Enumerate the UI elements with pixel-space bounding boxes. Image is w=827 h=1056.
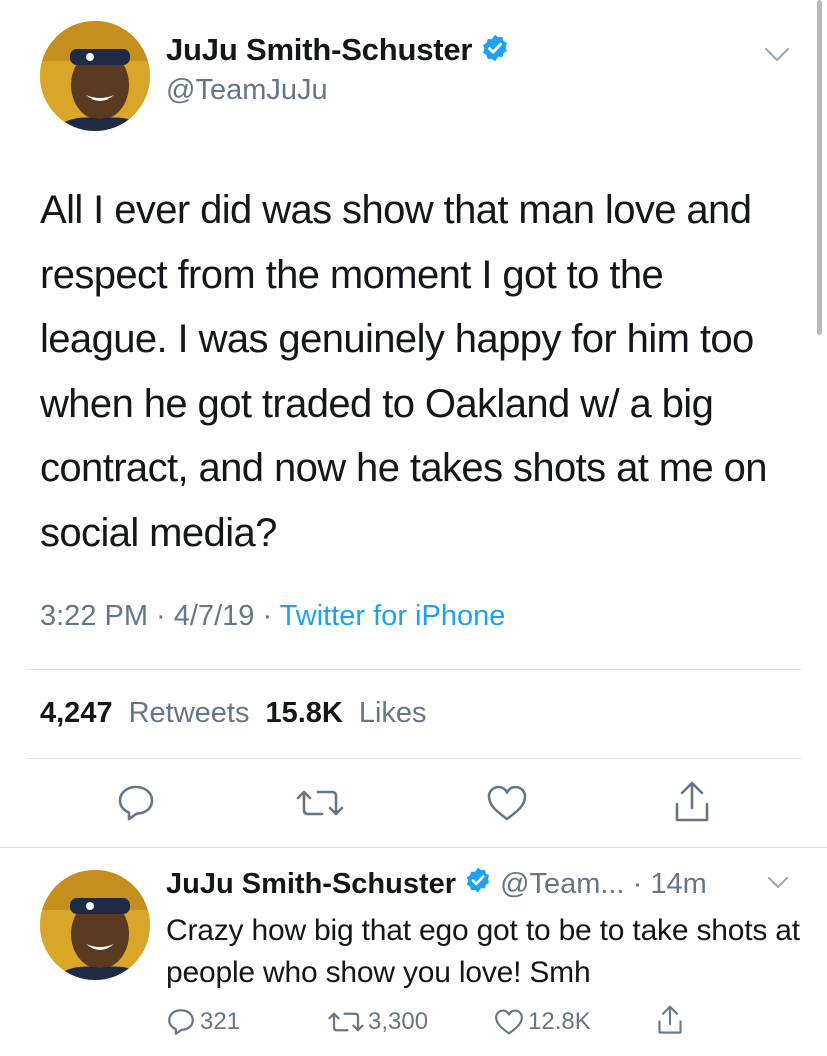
avatar[interactable]	[40, 870, 150, 980]
chevron-down-icon[interactable]	[764, 46, 790, 64]
reply-count: 321	[200, 1008, 241, 1035]
tweet-date: 4/7/19	[173, 600, 255, 632]
reply-text: Crazy how big that ego got to be to take…	[166, 914, 800, 989]
retweet-button[interactable]: 3,300	[328, 1008, 428, 1036]
verified-badge-icon	[464, 866, 492, 902]
like-button[interactable]: 12.8K	[494, 1008, 591, 1036]
retweet-icon	[328, 1012, 364, 1032]
reply-icon	[168, 1009, 194, 1035]
divider	[26, 758, 801, 759]
tweet-source-link[interactable]: Twitter for iPhone	[280, 600, 506, 632]
avatar-photo	[40, 870, 150, 980]
reply-author-handle[interactable]: @Team... · 14m	[500, 868, 707, 901]
reply-header: JuJu Smith-Schuster @Team... · 14m	[166, 866, 707, 902]
share-button[interactable]	[656, 1004, 688, 1036]
tweet-text: All I ever did was show that man love an…	[40, 188, 768, 555]
retweets-label[interactable]: Retweets	[129, 697, 250, 730]
avatar-photo	[40, 21, 150, 131]
reply-author-name[interactable]: JuJu Smith-Schuster	[166, 868, 456, 901]
likes-count[interactable]: 15.8K	[265, 697, 342, 730]
chevron-down-icon[interactable]	[767, 876, 789, 890]
tweet-meta: 3:22 PM · 4/7/19 · Twitter for iPhone	[40, 600, 505, 633]
heart-icon[interactable]	[486, 784, 528, 822]
tweet-time: 3:22 PM	[40, 600, 148, 632]
reply-icon[interactable]	[116, 784, 156, 822]
share-icon[interactable]	[672, 780, 712, 824]
retweet-icon[interactable]	[296, 786, 344, 820]
verified-badge-icon	[480, 33, 510, 68]
divider	[0, 847, 827, 848]
like-count: 12.8K	[528, 1008, 591, 1035]
retweet-count: 3,300	[368, 1008, 429, 1035]
meta-separator: ·	[148, 600, 174, 632]
avatar[interactable]	[40, 21, 150, 131]
share-icon	[658, 1005, 682, 1034]
scrollbar[interactable]	[817, 0, 822, 335]
retweets-count[interactable]: 4,247	[40, 697, 113, 730]
likes-label[interactable]: Likes	[359, 697, 427, 730]
heart-icon	[495, 1009, 523, 1035]
author-handle[interactable]: @TeamJuJu	[166, 74, 328, 107]
meta-separator: ·	[254, 600, 280, 632]
divider	[26, 669, 801, 670]
reply-button[interactable]: 321	[166, 1008, 240, 1036]
tweet-stats: 4,247 Retweets 15.8K Likes	[40, 697, 427, 730]
author-name[interactable]: JuJu Smith-Schuster	[166, 32, 472, 68]
